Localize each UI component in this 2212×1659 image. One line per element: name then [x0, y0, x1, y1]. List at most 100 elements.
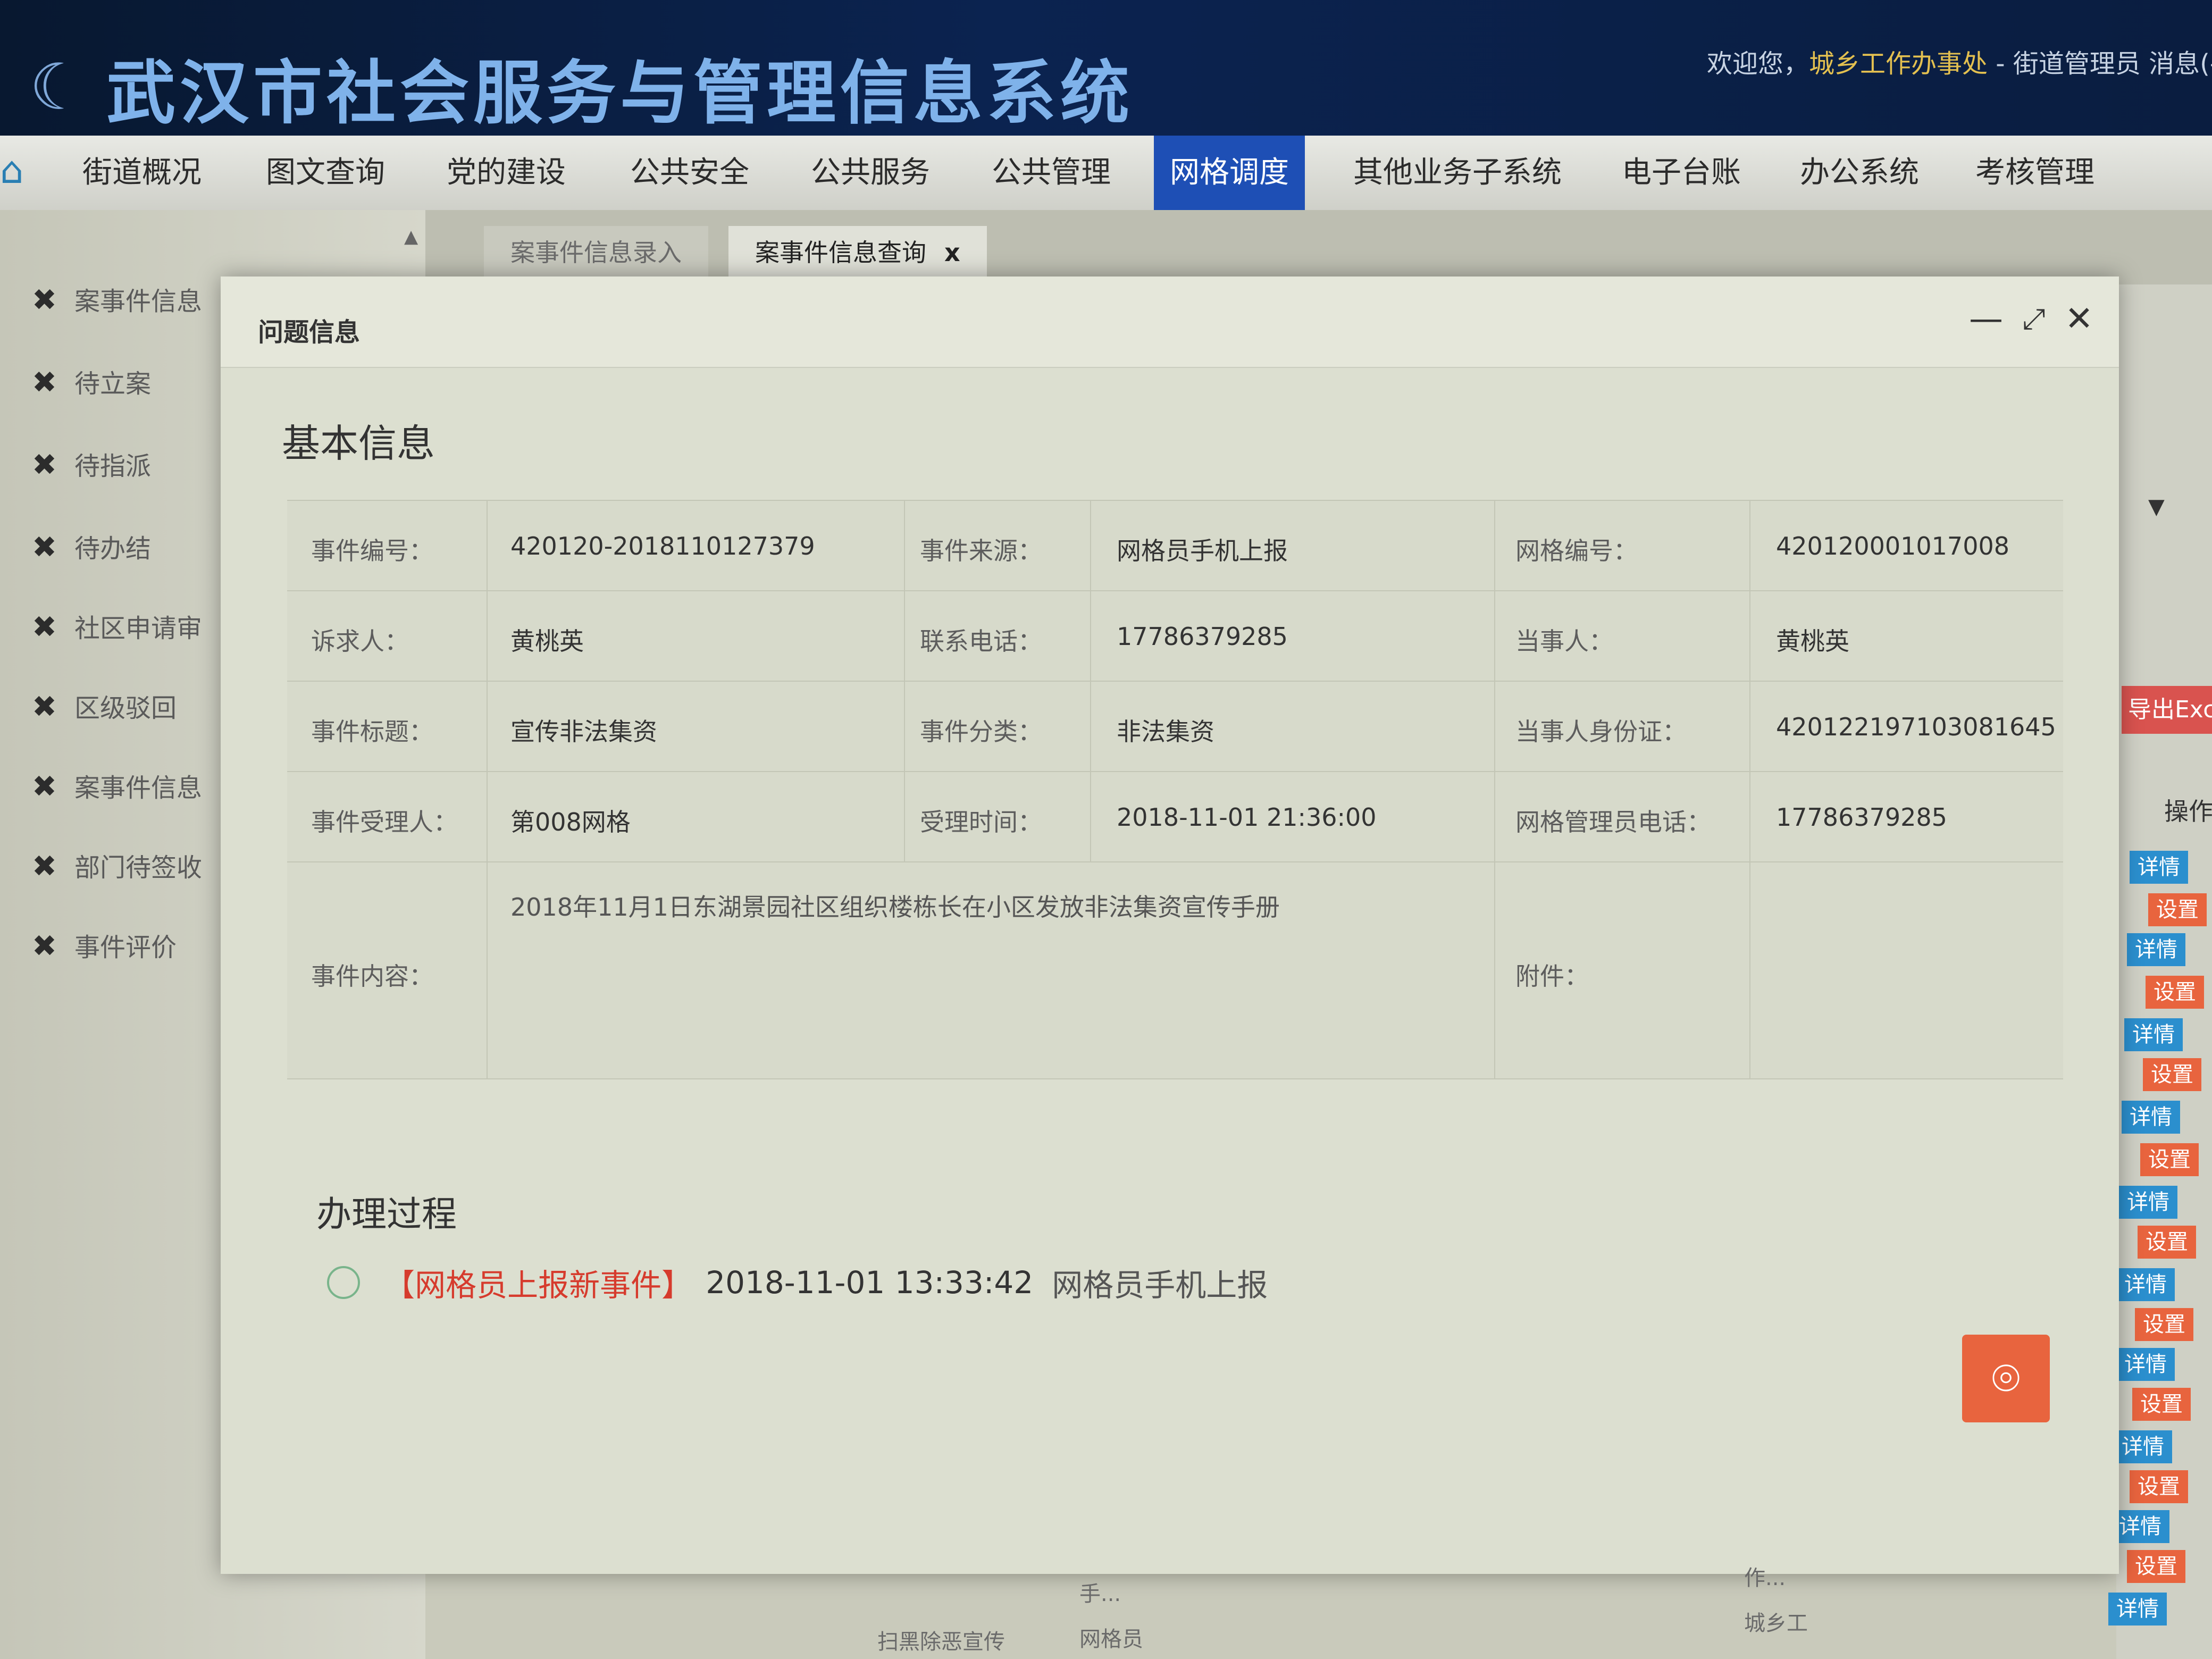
- nav-item-grid-dispatch[interactable]: 网格调度: [1154, 136, 1305, 210]
- set-button[interactable]: 设置: [2138, 1226, 2196, 1259]
- sidebar-item-pending-assign[interactable]: ✖ 待指派: [32, 444, 151, 487]
- tab-strip: 案事件信息录入 案事件信息查询 x: [425, 210, 2212, 284]
- set-button[interactable]: 设置: [2132, 1388, 2191, 1421]
- close-icon[interactable]: ✕: [2058, 298, 2100, 340]
- export-excel-button[interactable]: 导出Exce: [2122, 686, 2212, 734]
- detail-button[interactable]: 详情: [2111, 1510, 2169, 1543]
- sidebar-item-pending-close[interactable]: ✖ 待办结: [32, 526, 151, 569]
- event-no-label: 事件编号：: [311, 537, 433, 565]
- nav-item-public-safety[interactable]: 公共安全: [614, 136, 765, 210]
- modal-title: 问题信息: [258, 317, 361, 347]
- detail-button[interactable]: 详情: [2108, 1593, 2167, 1626]
- table-line: [287, 1078, 2063, 1079]
- table-line: [287, 861, 2063, 862]
- table-line: [487, 500, 488, 1079]
- nav-item-public-service[interactable]: 公共服务: [795, 136, 946, 210]
- process-tag: 【网格员上报新事件】: [384, 1267, 693, 1303]
- event-title-value: 宣传非法集资: [510, 717, 657, 746]
- process-time: 2018-11-01 13:33:42: [706, 1264, 1034, 1301]
- tools-icon: ✖: [32, 448, 57, 482]
- sidebar-item-event-evaluation[interactable]: ✖ 事件评价: [32, 925, 177, 968]
- detail-button[interactable]: 详情: [2116, 1348, 2175, 1381]
- logo-icon: ☾: [29, 51, 87, 124]
- nav-item-street-overview[interactable]: 街道概况: [66, 136, 217, 210]
- sidebar-item-pending-filing[interactable]: ✖ 待立案: [32, 362, 151, 404]
- nav-item-other-subsystems[interactable]: 其他业务子系统: [1337, 136, 1578, 210]
- sidebar-item-dept-pending-sign[interactable]: ✖ 部门待签收: [32, 845, 202, 888]
- minimize-icon[interactable]: —: [1965, 298, 2007, 340]
- home-icon[interactable]: ⌂: [0, 152, 37, 189]
- detail-button[interactable]: 详情: [2122, 1101, 2180, 1134]
- appellant-value: 黄桃英: [510, 627, 584, 656]
- screen: ☾ 武汉市社会服务与管理信息系统 欢迎您，城乡工作办事处 - 街道管理员 消息(…: [0, 0, 2212, 1659]
- table-line: [287, 500, 2063, 501]
- acceptor-value: 第008网格: [510, 808, 631, 836]
- event-title-label: 事件标题：: [311, 717, 433, 746]
- tools-icon: ✖: [32, 929, 57, 963]
- nav-item-map-query[interactable]: 图文查询: [250, 136, 401, 210]
- sidebar-item-community-review[interactable]: ✖ 社区申请审: [32, 606, 202, 649]
- basic-info-table: 事件编号： 420120-2018110127379 事件来源： 网格员手机上报…: [287, 500, 2063, 1079]
- tools-icon: ✖: [32, 283, 57, 317]
- sidebar-item-district-rejected[interactable]: ✖ 区级驳回: [32, 686, 177, 728]
- content-value: 2018年11月1日东湖景园社区组织楼栋长在小区发放非法集资宣传手册: [510, 893, 1280, 921]
- source-label: 事件来源：: [920, 537, 1042, 565]
- location-pin-icon[interactable]: ⌾: [1962, 1335, 2050, 1422]
- process-desc: 网格员手机上报: [1052, 1267, 1268, 1303]
- detail-button[interactable]: 详情: [2130, 851, 2188, 884]
- footer-text: 网格员: [1079, 1627, 1143, 1652]
- tools-icon: ✖: [32, 769, 57, 804]
- office-link[interactable]: 城乡工作办事处: [1809, 49, 1988, 79]
- acceptor-label: 事件受理人：: [311, 808, 458, 836]
- grid-no-label: 网格编号：: [1515, 537, 1638, 565]
- appellant-label: 诉求人：: [311, 627, 409, 656]
- chevron-down-icon[interactable]: ▼: [2148, 495, 2165, 519]
- set-button[interactable]: 设置: [2140, 1143, 2199, 1176]
- set-button[interactable]: 设置: [2135, 1308, 2193, 1341]
- main-nav: ⌂ 街道概况 图文查询 党的建设 公共安全 公共服务 公共管理 网格调度 其他业…: [0, 136, 2212, 210]
- set-button[interactable]: 设置: [2143, 1058, 2201, 1091]
- footer-text: 城乡工: [1744, 1611, 1808, 1636]
- welcome-text: 欢迎您，城乡工作办事处 - 街道管理员 消息(-1: [1707, 43, 2212, 80]
- nav-item-public-management[interactable]: 公共管理: [976, 136, 1127, 210]
- footer-text: 扫黑除恶宣传: [877, 1630, 1005, 1654]
- grid-phone-value: 17786379285: [1776, 803, 1947, 832]
- set-button[interactable]: 设置: [2148, 893, 2207, 926]
- detail-button[interactable]: 详情: [2114, 1430, 2172, 1463]
- app-header: ☾ 武汉市社会服务与管理信息系统 欢迎您，城乡工作办事处 - 街道管理员 消息(…: [0, 0, 2212, 136]
- ops-column-header: 操作: [2164, 797, 2212, 826]
- grid-no-value: 420120001017008: [1776, 532, 2009, 560]
- tools-icon: ✖: [32, 365, 57, 400]
- set-button[interactable]: 设置: [2130, 1470, 2188, 1503]
- phone-value: 17786379285: [1117, 622, 1288, 651]
- nav-item-assessment[interactable]: 考核管理: [1959, 136, 2110, 210]
- accept-time-value: 2018-11-01 21:36:00: [1117, 803, 1377, 832]
- set-button[interactable]: 设置: [2146, 976, 2204, 1009]
- role-and-messages[interactable]: - 街道管理员 消息(-1: [1988, 49, 2212, 79]
- welcome-prefix: 欢迎您，: [1707, 49, 1809, 79]
- table-line: [287, 681, 2063, 682]
- collapse-icon[interactable]: ▲: [404, 226, 418, 247]
- table-line: [1749, 500, 1750, 1079]
- detail-button[interactable]: 详情: [2127, 933, 2185, 966]
- basic-info-title: 基本信息: [282, 421, 435, 466]
- detail-button[interactable]: 详情: [2116, 1268, 2175, 1301]
- nav-item-party-building[interactable]: 党的建设: [431, 136, 582, 210]
- process-title: 办理过程: [316, 1194, 457, 1235]
- tab-case-entry[interactable]: 案事件信息录入: [484, 226, 708, 279]
- system-title: 武汉市社会服务与管理信息系统: [106, 53, 1134, 133]
- nav-item-office-system[interactable]: 办公系统: [1784, 136, 1935, 210]
- detail-button[interactable]: 详情: [2119, 1186, 2177, 1219]
- sidebar-item-case-info-2[interactable]: ✖ 案事件信息: [32, 766, 202, 808]
- tab-close-icon[interactable]: x: [944, 238, 960, 267]
- category-value: 非法集资: [1117, 717, 1214, 746]
- nav-item-e-ledger[interactable]: 电子台账: [1606, 136, 1757, 210]
- tools-icon: ✖: [32, 690, 57, 724]
- tools-icon: ✖: [32, 610, 57, 644]
- sidebar-item-case-info[interactable]: ✖ 案事件信息: [32, 279, 202, 322]
- maximize-icon[interactable]: ⤢: [2013, 298, 2055, 340]
- set-button[interactable]: 设置: [2127, 1550, 2185, 1583]
- detail-button[interactable]: 详情: [2124, 1018, 2183, 1051]
- tools-icon: ✖: [32, 849, 57, 884]
- tab-case-query[interactable]: 案事件信息查询 x: [728, 226, 987, 279]
